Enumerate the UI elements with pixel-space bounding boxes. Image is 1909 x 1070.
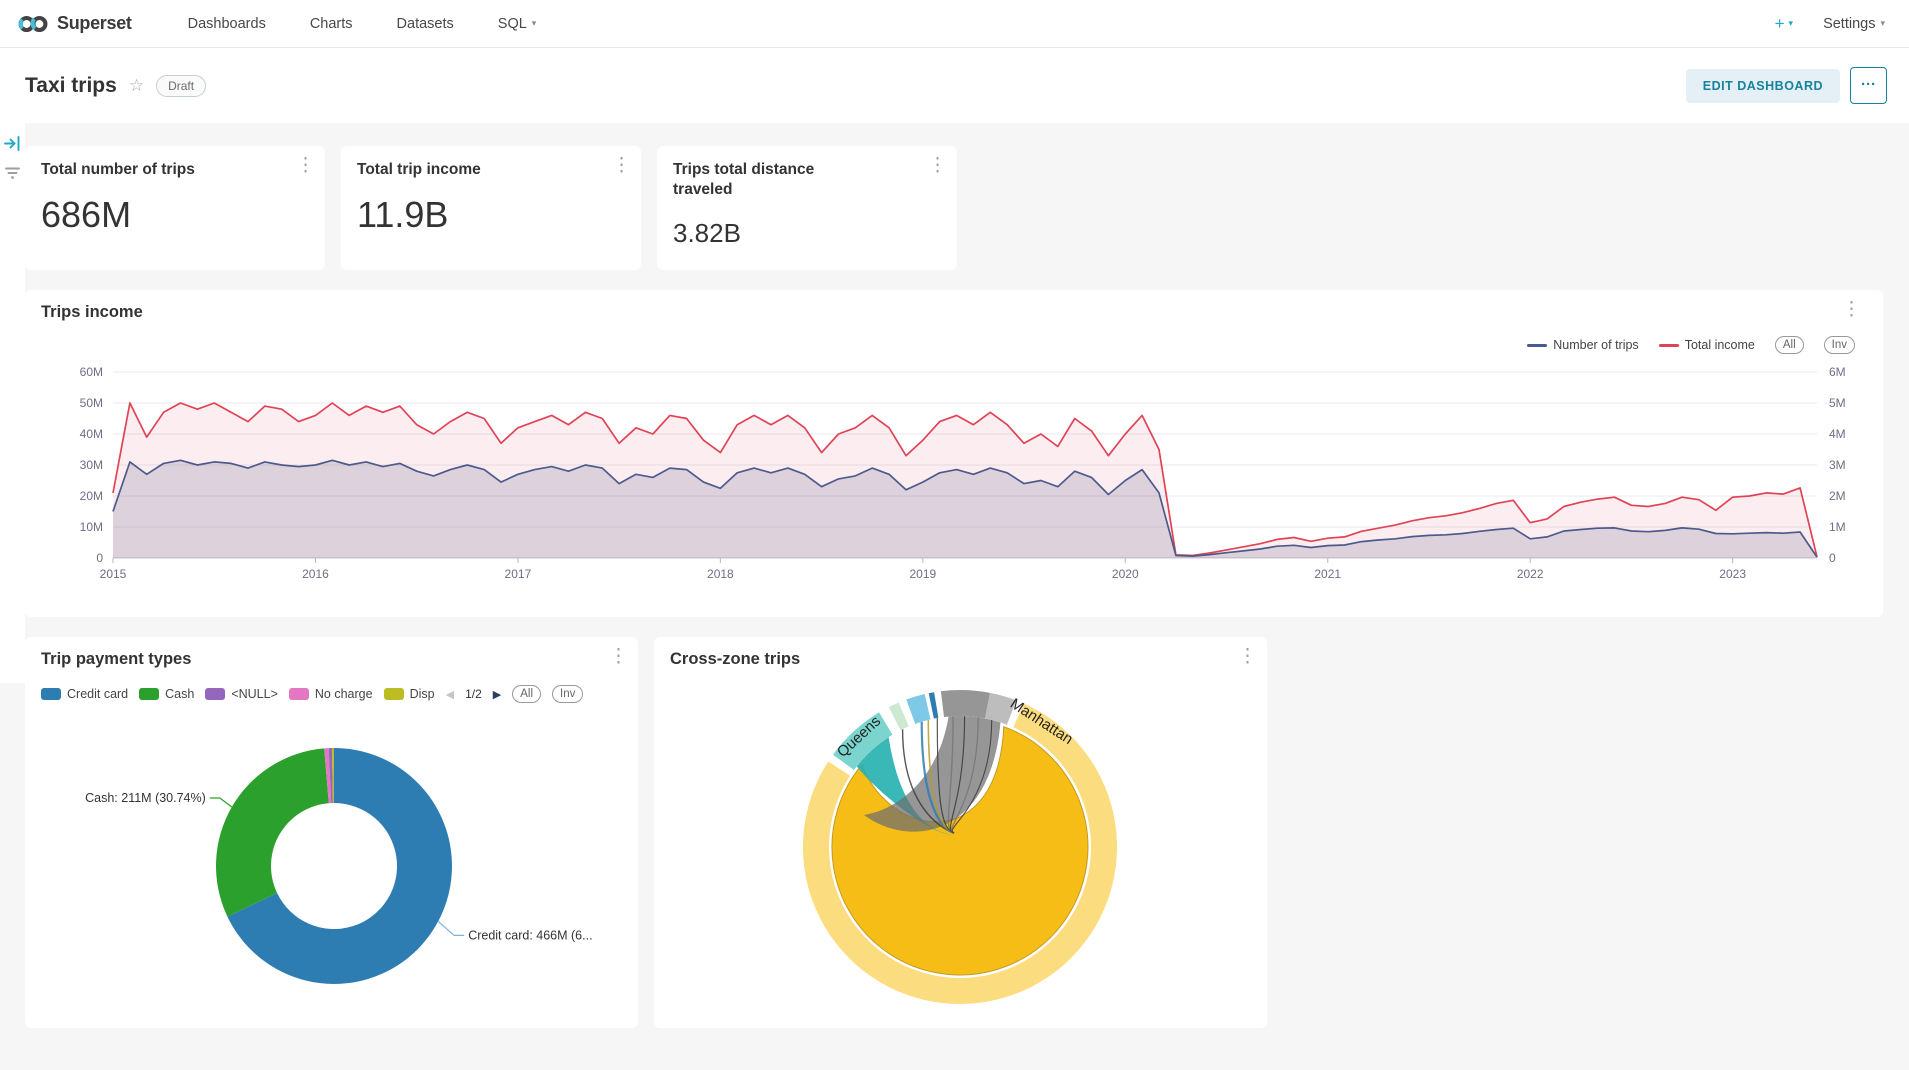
svg-text:2019: 2019	[909, 567, 936, 581]
legend-next-page-icon[interactable]: ▶	[493, 688, 501, 701]
payment-types-donut-chart[interactable]: Cash: 211M (30.74%) Credit card: 466M (6.…	[25, 712, 638, 1022]
series-swatch	[139, 688, 159, 700]
svg-text:2M: 2M	[1829, 489, 1846, 503]
kpi-card-total-distance: Trips total distance traveled ⋮ 3.82B	[657, 146, 957, 270]
svg-text:6M: 6M	[1829, 365, 1846, 379]
svg-text:1M: 1M	[1829, 520, 1846, 534]
trips-income-area-chart[interactable]: 60M 6M 50M 5M 40M 4M 30M 3M 20M 2M 10M 1M 0 0 2015 2016…	[25, 290, 1883, 617]
kebab-menu-icon[interactable]: ⋮	[928, 156, 947, 176]
chart-title: Trip payment types	[41, 650, 191, 669]
svg-text:2023: 2023	[1719, 567, 1746, 581]
svg-text:2015: 2015	[100, 567, 127, 581]
legend-item-cash[interactable]: Cash	[139, 687, 194, 701]
payment-types-panel: Trip payment types ⋮ Credit card Cash <N…	[25, 637, 638, 1028]
series-swatch	[384, 688, 404, 700]
nav-item-dashboards[interactable]: Dashboards	[188, 16, 266, 32]
svg-text:0: 0	[1829, 551, 1836, 565]
kpi-value: 3.82B	[673, 218, 741, 249]
svg-text:10M: 10M	[80, 520, 103, 534]
more-options-button[interactable]: ···	[1850, 67, 1887, 104]
pie-callout-credit: Credit card: 466M (6...	[468, 928, 592, 942]
nav-item-sql[interactable]: SQL▾	[498, 16, 537, 32]
kebab-menu-icon[interactable]: ⋮	[612, 156, 631, 176]
legend-item-null[interactable]: <NULL>	[205, 687, 278, 701]
legend-item-disp[interactable]: Disp	[384, 687, 435, 701]
pie-legend: Credit card Cash <NULL> No charge Disp ◀…	[41, 685, 628, 703]
legend-all-button[interactable]: All	[512, 685, 541, 703]
chevron-down-icon: ▾	[1789, 18, 1794, 29]
svg-text:4M: 4M	[1829, 427, 1846, 441]
series-swatch	[41, 688, 61, 700]
svg-text:2022: 2022	[1517, 567, 1544, 581]
kebab-menu-icon[interactable]: ⋮	[609, 647, 628, 667]
legend-page-indicator: 1/2	[465, 687, 482, 701]
series-swatch	[205, 688, 225, 700]
superset-infinity-icon	[18, 14, 48, 34]
kpi-value: 11.9B	[357, 194, 448, 236]
kebab-menu-icon[interactable]: ⋮	[296, 156, 315, 176]
kpi-card-trip-income: Total trip income ⋮ 11.9B	[341, 146, 641, 270]
status-badge: Draft	[156, 75, 206, 97]
settings-menu[interactable]: Settings▾	[1823, 16, 1885, 32]
collapsed-filter-bar	[0, 123, 25, 683]
expand-filter-bar-icon[interactable]	[4, 135, 21, 152]
nav-item-charts[interactable]: Charts	[310, 16, 353, 32]
chord-zone	[889, 703, 909, 731]
filter-icon[interactable]	[4, 166, 21, 180]
svg-text:2021: 2021	[1314, 567, 1341, 581]
kebab-menu-icon[interactable]: ⋮	[1238, 647, 1257, 667]
svg-text:2017: 2017	[505, 567, 532, 581]
kpi-title: Trips total distance traveled	[673, 160, 853, 200]
chord-zone	[929, 692, 939, 718]
svg-text:0: 0	[96, 551, 103, 565]
edit-dashboard-button[interactable]: EDIT DASHBOARD	[1686, 69, 1840, 103]
nav-menu: Dashboards Charts Datasets SQL▾	[188, 16, 537, 32]
svg-text:50M: 50M	[80, 396, 103, 410]
brand-name: Superset	[57, 13, 132, 34]
dashboard-header: Taxi trips ☆ Draft EDIT DASHBOARD ···	[0, 48, 1909, 123]
cross-zone-panel: Cross-zone trips ⋮ QueensManhattan	[654, 637, 1267, 1028]
chevron-down-icon: ▾	[1880, 18, 1885, 29]
legend-prev-page-icon[interactable]: ◀	[446, 688, 454, 701]
svg-text:5M: 5M	[1829, 396, 1846, 410]
favorite-star-icon[interactable]: ☆	[129, 76, 144, 96]
new-item-button[interactable]: +▾	[1775, 14, 1793, 34]
svg-text:30M: 30M	[80, 458, 103, 472]
pie-slice-cash	[216, 748, 329, 916]
kpi-card-total-trips: Total number of trips ⋮ 686M	[25, 146, 325, 270]
top-navbar: Superset Dashboards Charts Datasets SQL▾…	[0, 0, 1909, 48]
svg-text:2016: 2016	[302, 567, 329, 581]
chevron-down-icon: ▾	[532, 18, 537, 29]
pie-callout-cash: Cash: 211M (30.74%)	[85, 791, 206, 805]
svg-text:2020: 2020	[1112, 567, 1139, 581]
legend-inv-button[interactable]: Inv	[552, 685, 583, 703]
nav-right: +▾ Settings▾	[1775, 14, 1909, 34]
dashboard-content: Total number of trips ⋮ 686M Total trip …	[0, 123, 1909, 1070]
header-actions: EDIT DASHBOARD ···	[1686, 67, 1909, 104]
kpi-title: Total number of trips	[41, 160, 271, 180]
cross-zone-chord-chart[interactable]: QueensManhattan	[654, 675, 1267, 1025]
svg-text:60M: 60M	[80, 365, 103, 379]
nav-item-datasets[interactable]: Datasets	[397, 16, 454, 32]
legend-item-credit-card[interactable]: Credit card	[41, 687, 128, 701]
chord-zone-manhattan	[941, 690, 990, 718]
chart-title: Cross-zone trips	[670, 650, 800, 669]
kpi-value: 686M	[41, 194, 131, 236]
svg-text:20M: 20M	[80, 489, 103, 503]
series-swatch	[289, 688, 309, 700]
chord-zone	[906, 694, 930, 724]
svg-text:3M: 3M	[1829, 458, 1846, 472]
svg-text:40M: 40M	[80, 427, 103, 441]
page-title: Taxi trips	[25, 74, 117, 98]
legend-item-no-charge[interactable]: No charge	[289, 687, 373, 701]
svg-text:2018: 2018	[707, 567, 734, 581]
kpi-title: Total trip income	[357, 160, 587, 180]
trips-income-panel: Trips income ⋮ Number of trips Total inc…	[25, 290, 1883, 617]
superset-logo[interactable]: Superset	[0, 13, 132, 34]
